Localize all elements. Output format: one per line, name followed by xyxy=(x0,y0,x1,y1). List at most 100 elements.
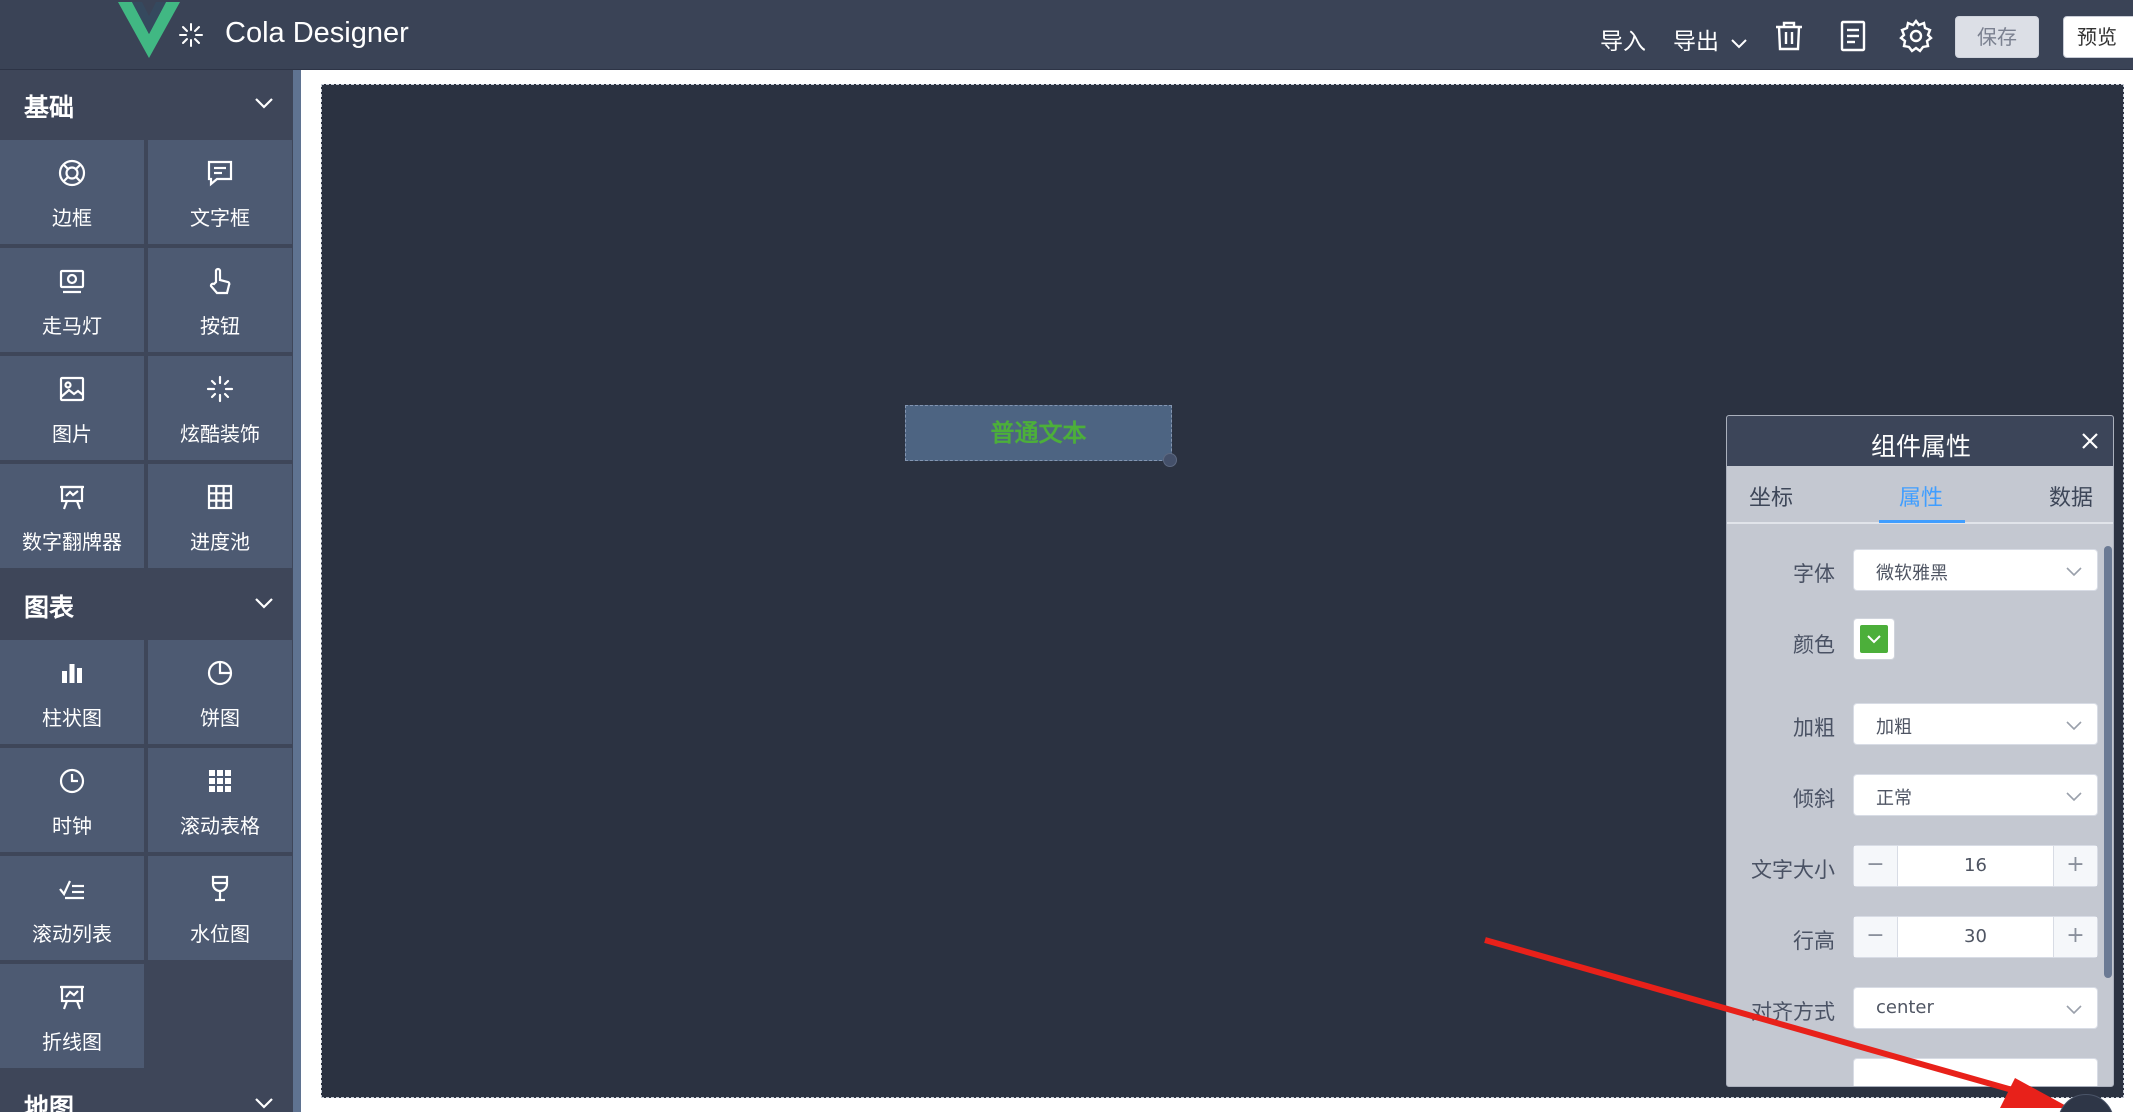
tile-label: 进度池 xyxy=(190,530,250,554)
export-dropdown[interactable]: 导出 xyxy=(1673,22,1748,56)
component-tile-number-flipper[interactable]: 数字翻牌器 xyxy=(0,464,144,568)
tile-label: 边框 xyxy=(52,206,92,230)
text-component[interactable]: 普通文本 xyxy=(905,405,1172,461)
tile-label: 按钮 xyxy=(200,314,240,338)
tab-coordinates[interactable]: 坐标 xyxy=(1749,480,1793,512)
app-root: Cola Designer 导入 导出 保存 预览 基础 边框 文字框 走马灯 … xyxy=(0,0,2133,1112)
bold-label: 加粗 xyxy=(1793,716,1835,740)
list-check-icon xyxy=(57,874,87,904)
bold-value: 加粗 xyxy=(1876,717,1912,738)
message-icon xyxy=(205,158,235,188)
tile-label: 时钟 xyxy=(52,814,92,838)
tile-label: 滚动列表 xyxy=(32,922,112,946)
line-height-increment-button[interactable]: + xyxy=(2053,917,2097,957)
component-tile-clock[interactable]: 时钟 xyxy=(0,748,144,852)
group-title: 图表 xyxy=(24,593,75,622)
font-size-stepper: − 16 + xyxy=(1853,845,2098,887)
line-chart-icon xyxy=(57,982,87,1012)
component-tile-carousel[interactable]: 走马灯 xyxy=(0,248,144,352)
tile-label: 柱状图 xyxy=(42,706,102,730)
tab-properties[interactable]: 属性 xyxy=(1899,480,1943,512)
font-size-input[interactable]: 16 xyxy=(1898,855,2053,876)
chevron-down-icon xyxy=(2066,721,2082,731)
chevron-down-icon xyxy=(255,1098,273,1109)
component-tile-pie-chart[interactable]: 饼图 xyxy=(148,640,292,744)
component-tile-scroll-list[interactable]: 滚动列表 xyxy=(0,856,144,960)
color-picker[interactable] xyxy=(1853,618,1895,660)
line-height-decrement-button[interactable]: − xyxy=(1854,917,1898,957)
panel-scrollbar[interactable] xyxy=(2104,546,2112,978)
tile-label: 滚动表格 xyxy=(180,814,260,838)
sidebar-scrollbar[interactable] xyxy=(293,70,301,1112)
chevron-down-icon xyxy=(1731,38,1748,48)
align-label: 对齐方式 xyxy=(1751,1000,1835,1024)
document-icon[interactable] xyxy=(1836,19,1870,53)
component-tile-textbox[interactable]: 文字框 xyxy=(148,140,292,244)
component-tile-water-level[interactable]: 水位图 xyxy=(148,856,292,960)
component-tile-decoration[interactable]: 炫酷装饰 xyxy=(148,356,292,460)
font-size-increment-button[interactable]: + xyxy=(2053,846,2097,886)
component-tile-image[interactable]: 图片 xyxy=(0,356,144,460)
save-button[interactable]: 保存 xyxy=(1955,16,2039,58)
component-tile-border[interactable]: 边框 xyxy=(0,140,144,244)
font-value: 微软雅黑 xyxy=(1876,563,1948,584)
align-select[interactable]: center xyxy=(1853,987,2098,1029)
resize-handle[interactable] xyxy=(1163,453,1177,467)
bold-select[interactable]: 加粗 xyxy=(1853,703,2098,745)
line-height-stepper: − 30 + xyxy=(1853,916,2098,958)
component-properties-panel: 组件属性 坐标 属性 数据 字体 微软雅黑 颜色 加粗 加粗 倾斜 正常 文字大… xyxy=(1726,415,2114,1087)
tile-label: 炫酷装饰 xyxy=(180,422,260,446)
font-size-decrement-button[interactable]: − xyxy=(1854,846,1898,886)
color-label: 颜色 xyxy=(1793,633,1835,657)
preview-button[interactable]: 预览 xyxy=(2063,16,2133,58)
tile-label: 文字框 xyxy=(190,206,250,230)
line-height-input[interactable]: 30 xyxy=(1898,926,2053,947)
component-tile-progress-pool[interactable]: 进度池 xyxy=(148,464,292,568)
bar-chart-icon xyxy=(57,658,87,688)
next-field-select[interactable] xyxy=(1853,1058,2098,1086)
chevron-down-icon xyxy=(2066,1005,2082,1015)
component-tile-bar-chart[interactable]: 柱状图 xyxy=(0,640,144,744)
tab-data[interactable]: 数据 xyxy=(2049,480,2093,512)
active-tab-indicator xyxy=(1879,520,1965,523)
import-button[interactable]: 导入 xyxy=(1600,22,1646,56)
group-header-basic[interactable]: 基础 xyxy=(0,70,293,136)
panel-header[interactable]: 组件属性 xyxy=(1727,416,2113,466)
italic-value: 正常 xyxy=(1876,788,1912,809)
font-label: 字体 xyxy=(1793,562,1835,586)
export-label: 导出 xyxy=(1673,29,1719,55)
group-title: 地图 xyxy=(24,1093,75,1112)
vue-logo-icon xyxy=(118,2,180,58)
chevron-down-icon xyxy=(2066,792,2082,802)
group-title: 基础 xyxy=(24,93,75,122)
italic-label: 倾斜 xyxy=(1793,787,1835,811)
chevron-down-icon xyxy=(255,598,273,609)
top-bar: Cola Designer 导入 导出 保存 预览 xyxy=(0,0,2133,70)
component-tile-scroll-table[interactable]: 滚动表格 xyxy=(148,748,292,852)
carousel-icon xyxy=(57,266,87,296)
goblet-icon xyxy=(205,874,235,904)
italic-select[interactable]: 正常 xyxy=(1853,774,2098,816)
image-icon xyxy=(57,374,87,404)
lifebuoy-icon xyxy=(57,158,87,188)
spark-icon xyxy=(178,22,204,48)
chevron-down-icon xyxy=(2066,567,2082,577)
app-title: Cola Designer xyxy=(225,17,409,49)
component-tile-button[interactable]: 按钮 xyxy=(148,248,292,352)
group-header-maps[interactable]: 地图 xyxy=(0,1070,293,1112)
group-header-charts[interactable]: 图表 xyxy=(0,570,293,636)
gear-icon[interactable] xyxy=(1899,19,1933,53)
panel-tabs: 坐标 属性 数据 xyxy=(1727,466,2113,524)
table-grid-icon xyxy=(205,766,235,796)
line-height-label: 行高 xyxy=(1793,929,1835,953)
tile-label: 折线图 xyxy=(42,1030,102,1054)
trash-icon[interactable] xyxy=(1772,19,1806,53)
close-icon[interactable] xyxy=(2079,430,2101,452)
font-select[interactable]: 微软雅黑 xyxy=(1853,549,2098,591)
component-tile-line-chart[interactable]: 折线图 xyxy=(0,964,144,1068)
align-value: center xyxy=(1876,997,1934,1018)
pointer-hand-icon xyxy=(205,266,235,296)
panel-title: 组件属性 xyxy=(1870,432,1971,461)
tile-label: 饼图 xyxy=(200,706,240,730)
tile-label: 走马灯 xyxy=(42,314,102,338)
